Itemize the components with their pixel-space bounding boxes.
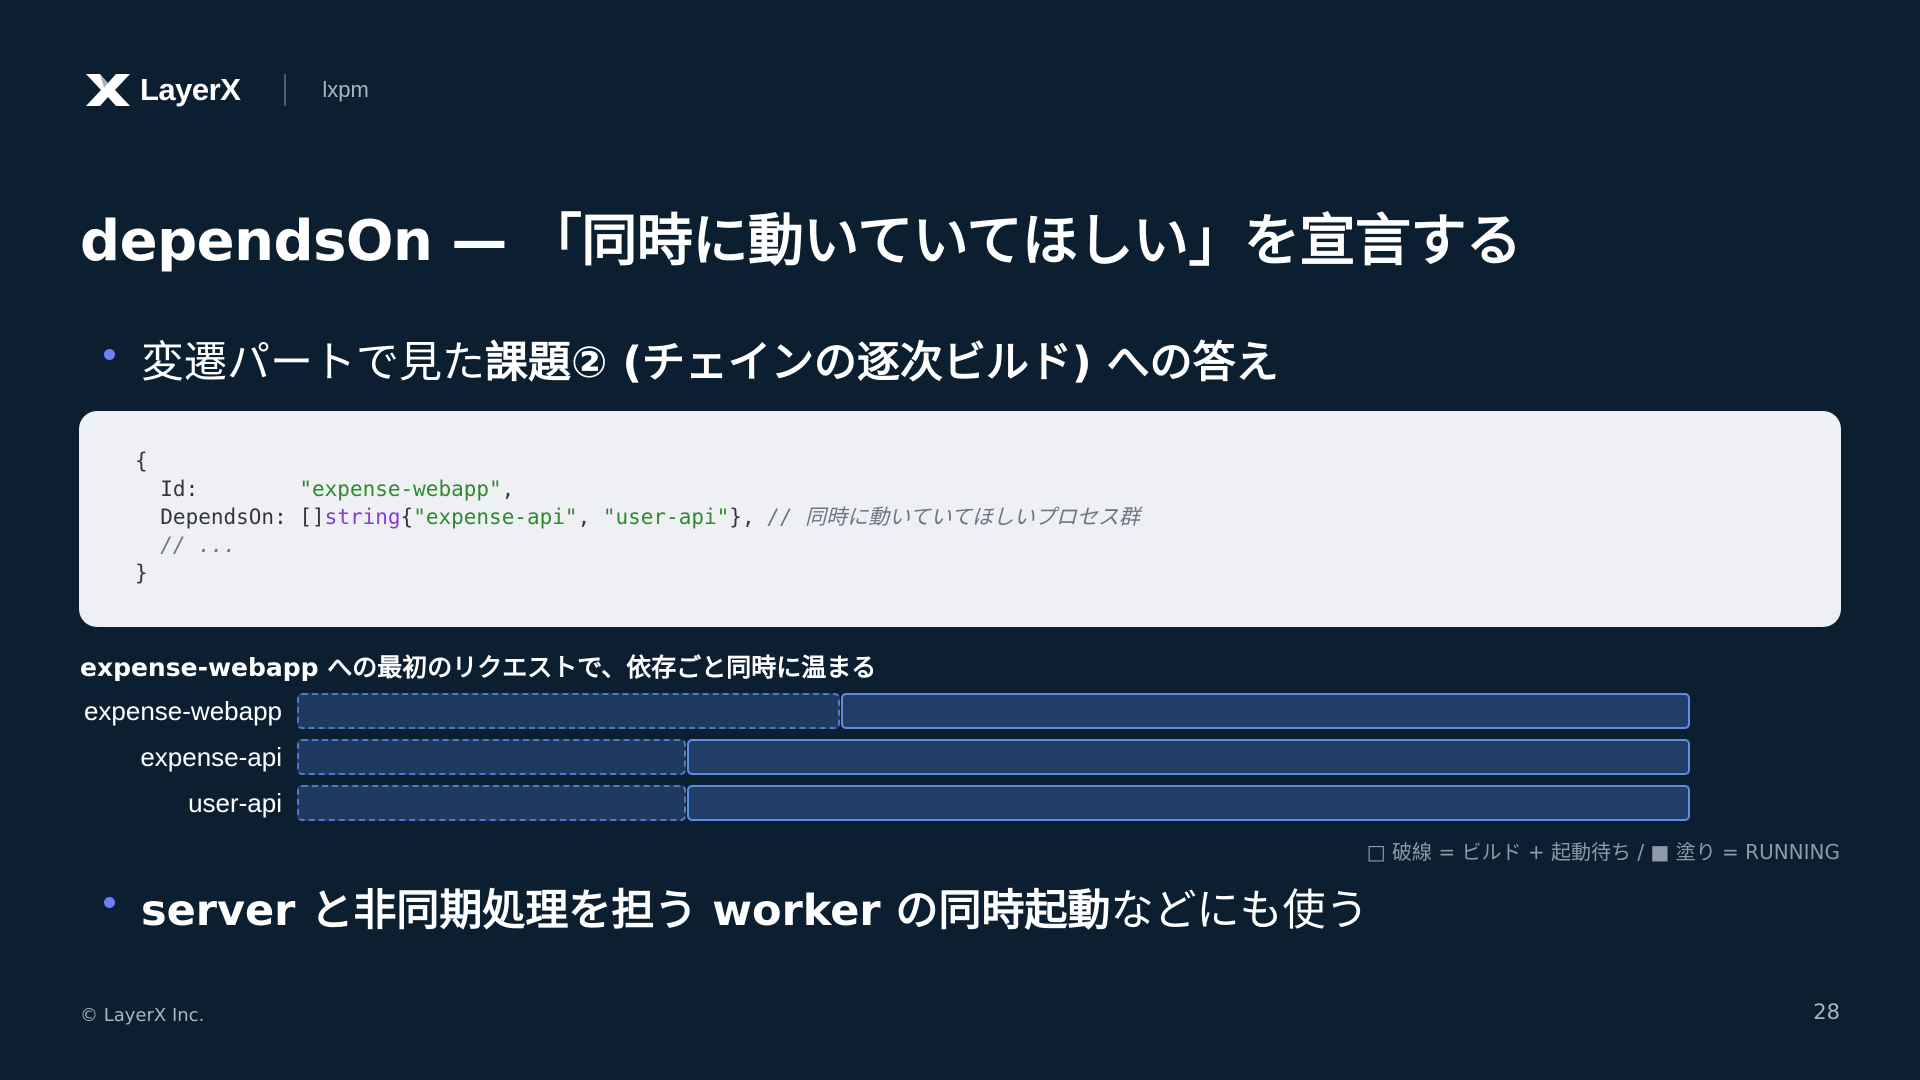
bullet-1: 変遷パートで見た 課題② (チェインの逐次ビルド) への答え — [104, 328, 1279, 390]
code-string-user-api: "user-api" — [602, 505, 730, 529]
build-phase-bar — [297, 785, 686, 821]
bullet-1-bold: 課題② (チェインの逐次ビルド) への答え — [485, 338, 1279, 388]
slide-title: dependsOn — 「同時に動いていてほしい」を宣言する — [80, 209, 1522, 274]
code-string-webapp: "expense-webapp" — [299, 477, 502, 501]
bullet-dot — [104, 896, 115, 908]
build-phase-bar — [297, 739, 686, 775]
code-separator: , — [577, 505, 603, 529]
page-number: 28 — [1813, 1000, 1840, 1024]
timeline-row-label: user-api — [188, 788, 282, 818]
running-phase-bar — [687, 739, 1690, 775]
product-name: lxpm — [322, 77, 369, 102]
header-divider — [284, 74, 287, 106]
timeline-row: expense-api — [0, 739, 1920, 775]
bullet-2: server と非同期処理を担う worker の同時起動 などにも使う — [104, 876, 1369, 938]
code-line-ellipsis: // ... — [135, 533, 237, 557]
code-brace-close: }, — [729, 505, 768, 529]
timeline-row-label: expense-webapp — [83, 696, 282, 726]
logo-text: LayerX — [140, 72, 241, 107]
timeline-row: expense-webapp — [0, 693, 1920, 729]
timeline-row: user-api — [0, 785, 1920, 821]
code-key-dependson: DependsOn: — [135, 505, 300, 529]
bullet-dot — [104, 348, 115, 360]
timeline-legend: □ 破線 = ビルド + 起動待ち / ■ 塗り = RUNNING — [1366, 840, 1840, 864]
timeline-row-label: expense-api — [140, 742, 282, 772]
layerx-logo: LayerX — [84, 70, 241, 110]
code-comma: , — [501, 477, 515, 501]
running-phase-bar — [687, 785, 1690, 821]
bullet-2-plain: などにも使う — [1110, 886, 1369, 936]
code-brace-open: { — [400, 505, 414, 529]
bullet-2-bold: server と非同期処理を担う worker の同時起動 — [141, 886, 1111, 936]
code-comment: // 同時に動いていてほしいプロセス群 — [767, 505, 1140, 529]
code-block: { Id: "expense-webapp", DependsOn: []str… — [79, 411, 1841, 627]
code-line-1: { — [135, 449, 148, 473]
code-bracket: [] — [299, 505, 325, 529]
code-string-expense-api: "expense-api" — [413, 505, 578, 529]
code-type-string: string — [324, 505, 401, 529]
bullet-1-plain: 変遷パートで見た — [141, 338, 485, 388]
running-phase-bar — [841, 693, 1690, 729]
timeline-heading: expense-webapp への最初のリクエストで、依存ごと同時に温まる — [80, 653, 877, 682]
code-key-id: Id: — [135, 477, 300, 501]
build-phase-bar — [297, 693, 840, 729]
code-line-close: } — [135, 561, 148, 585]
slide-header: LayerX lxpm — [84, 68, 369, 112]
copyright: © LayerX Inc. — [80, 1005, 205, 1026]
layerx-logo-icon — [86, 74, 130, 106]
